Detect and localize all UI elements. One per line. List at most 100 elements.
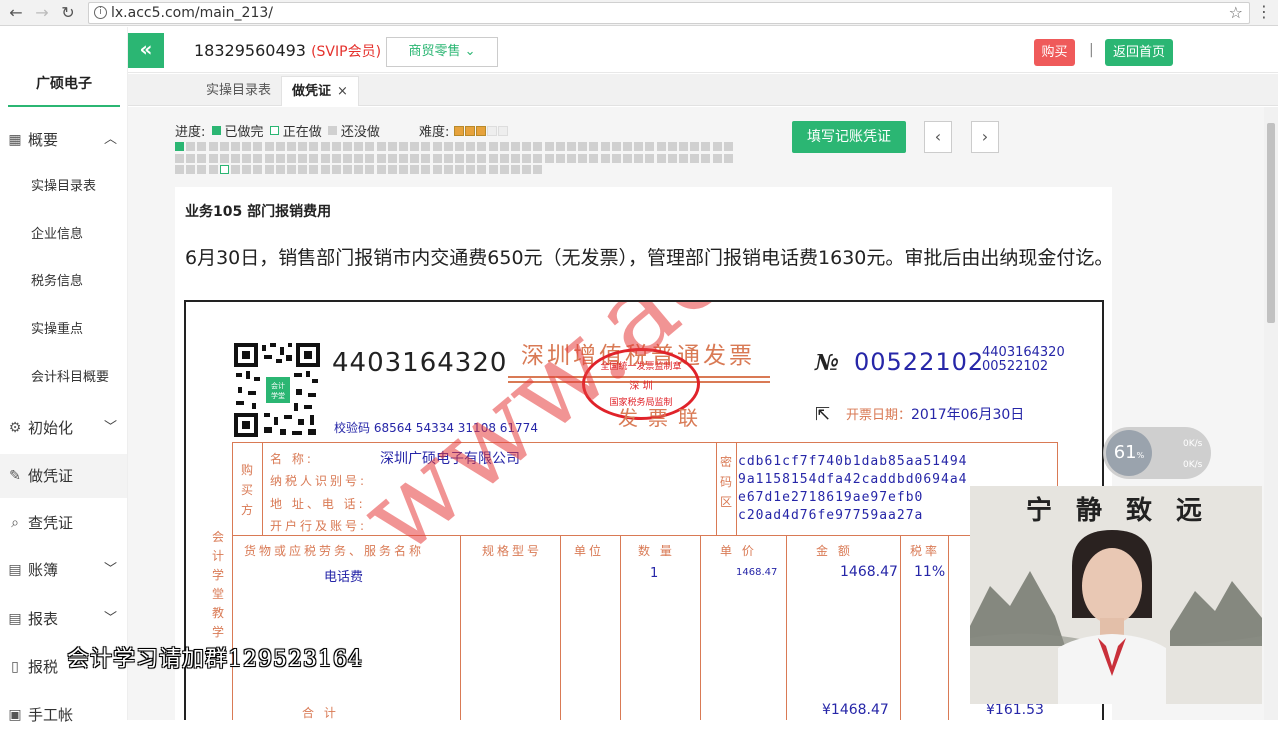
progress-cell[interactable] — [287, 142, 296, 151]
bookmark-star-icon[interactable]: ☆ — [1229, 3, 1243, 23]
progress-cell[interactable] — [488, 153, 498, 163]
progress-cell[interactable] — [343, 142, 352, 151]
progress-cell[interactable] — [387, 142, 397, 151]
progress-cell[interactable] — [309, 153, 319, 163]
progress-cell[interactable] — [488, 165, 498, 174]
progress-cell[interactable] — [320, 153, 330, 163]
progress-cell[interactable] — [231, 165, 240, 174]
progress-cell[interactable] — [175, 142, 184, 151]
progress-cell[interactable] — [253, 153, 263, 163]
progress-cell[interactable] — [589, 153, 599, 163]
scrollbar-thumb[interactable] — [1267, 123, 1275, 323]
progress-cell[interactable] — [298, 153, 308, 163]
progress-cell[interactable] — [511, 142, 520, 151]
progress-cell[interactable] — [623, 153, 632, 163]
progress-cell[interactable] — [611, 153, 621, 163]
progress-cell[interactable] — [477, 165, 487, 174]
sidebar-item-manual-ledger[interactable]: ▣ 手工帐 — [0, 693, 127, 737]
progress-cell[interactable] — [421, 165, 431, 174]
progress-cell[interactable] — [656, 153, 666, 163]
progress-cell[interactable] — [287, 153, 296, 163]
progress-cell[interactable] — [455, 153, 464, 163]
progress-cell[interactable] — [365, 153, 375, 163]
progress-cell[interactable] — [645, 142, 655, 151]
progress-cell[interactable] — [175, 153, 184, 163]
sidebar-item-books[interactable]: ▤ 账簿 ﹀ — [0, 548, 127, 592]
progress-cell[interactable] — [275, 165, 285, 174]
sidebar-item-reports[interactable]: ▤ 报表 ﹀ — [0, 597, 127, 641]
progress-cell[interactable] — [511, 153, 520, 163]
sidebar-sub-tax-info[interactable]: 税务信息 — [0, 262, 127, 302]
progress-cell[interactable] — [499, 165, 509, 174]
sidebar-sub-company-info[interactable]: 企业信息 — [0, 215, 127, 255]
progress-cell[interactable] — [331, 165, 341, 174]
progress-cell[interactable] — [219, 165, 229, 174]
progress-cell[interactable] — [399, 165, 408, 174]
page-scrollbar[interactable] — [1264, 107, 1278, 720]
progress-cell[interactable] — [376, 142, 386, 151]
progress-cell[interactable] — [186, 142, 196, 151]
progress-cell[interactable] — [656, 142, 666, 151]
progress-cell[interactable] — [253, 165, 263, 174]
progress-cell[interactable] — [197, 142, 207, 151]
progress-cell[interactable] — [264, 165, 274, 174]
progress-cell[interactable] — [455, 142, 464, 151]
progress-cell[interactable] — [197, 165, 207, 174]
progress-cell[interactable] — [354, 153, 364, 163]
progress-cell[interactable] — [466, 142, 476, 151]
progress-cell[interactable] — [466, 153, 476, 163]
sidebar-item-init[interactable]: ⚙ 初始化 ﹀ — [0, 406, 127, 450]
progress-cell[interactable] — [432, 142, 442, 151]
progress-cell[interactable] — [208, 153, 218, 163]
progress-cell[interactable] — [432, 165, 442, 174]
progress-cell[interactable] — [231, 153, 240, 163]
reload-icon[interactable]: ↻ — [58, 3, 78, 23]
progress-cell[interactable] — [667, 142, 677, 151]
progress-cell[interactable] — [634, 142, 644, 151]
progress-cell[interactable] — [354, 165, 364, 174]
progress-cell[interactable] — [522, 153, 532, 163]
progress-cell[interactable] — [186, 165, 196, 174]
progress-cell[interactable] — [264, 142, 274, 151]
next-button[interactable]: › — [971, 121, 999, 153]
progress-cell[interactable] — [522, 142, 532, 151]
sidebar-item-overview[interactable]: ▦ 概要 ︿ — [0, 118, 127, 162]
progress-cell[interactable] — [634, 153, 644, 163]
progress-cell[interactable] — [679, 142, 688, 151]
home-button[interactable]: 返回首页 — [1105, 39, 1173, 66]
progress-cell[interactable] — [555, 153, 565, 163]
progress-cell[interactable] — [477, 153, 487, 163]
progress-cell[interactable] — [399, 153, 408, 163]
browser-menu-icon[interactable]: ⋮ — [1256, 4, 1272, 20]
progress-cell[interactable] — [242, 153, 252, 163]
info-icon[interactable]: i — [94, 6, 107, 19]
progress-cell[interactable] — [443, 153, 453, 163]
progress-cell[interactable] — [443, 142, 453, 151]
progress-cell[interactable] — [723, 142, 733, 151]
progress-cell[interactable] — [197, 153, 207, 163]
progress-cell[interactable] — [466, 165, 476, 174]
tab-catalog[interactable]: 实操目录表 — [196, 76, 281, 106]
progress-cell[interactable] — [264, 153, 274, 163]
progress-cell[interactable] — [309, 142, 319, 151]
progress-cell[interactable] — [623, 142, 632, 151]
progress-cell[interactable] — [555, 142, 565, 151]
progress-cell[interactable] — [544, 153, 554, 163]
progress-cell[interactable] — [712, 142, 722, 151]
progress-cell[interactable] — [690, 153, 700, 163]
progress-cell[interactable] — [242, 142, 252, 151]
progress-cell[interactable] — [387, 153, 397, 163]
progress-cell[interactable] — [589, 142, 599, 151]
sidebar-item-make-voucher[interactable]: ✎ 做凭证 — [0, 454, 127, 498]
progress-cell[interactable] — [208, 165, 218, 174]
progress-cell[interactable] — [477, 142, 487, 151]
close-icon[interactable]: × — [337, 84, 348, 99]
progress-cell[interactable] — [376, 165, 386, 174]
progress-cell[interactable] — [287, 165, 296, 174]
progress-cell[interactable] — [208, 142, 218, 151]
progress-cell[interactable] — [298, 165, 308, 174]
progress-cell[interactable] — [533, 165, 543, 174]
forward-icon[interactable]: → — [32, 3, 52, 23]
progress-cell[interactable] — [488, 142, 498, 151]
progress-cell[interactable] — [567, 142, 576, 151]
